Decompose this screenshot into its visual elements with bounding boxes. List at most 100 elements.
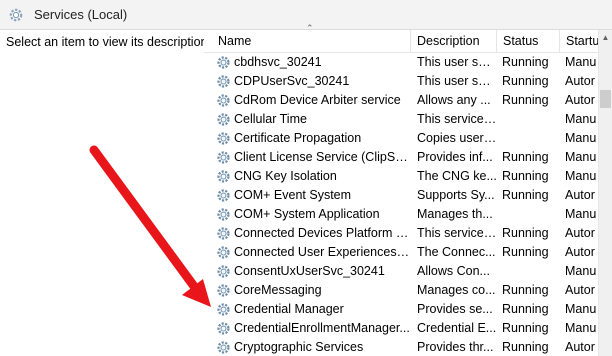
service-status: Running xyxy=(502,169,549,183)
service-description: This user ser... xyxy=(417,55,497,69)
service-gear-icon xyxy=(217,189,230,202)
service-startup-type: Manu xyxy=(565,112,597,126)
service-startup-type: Manu xyxy=(565,169,597,183)
service-status: Running xyxy=(502,321,549,335)
service-description: Provides thr... xyxy=(417,340,494,354)
service-row[interactable]: CNG Key Isolation The CNG ke... Running Man… xyxy=(204,167,600,186)
service-name: Credential Manager xyxy=(234,302,344,316)
service-status: Running xyxy=(502,226,549,240)
scroll-thumb[interactable] xyxy=(600,90,611,108)
service-row[interactable]: CdRom Device Arbiter service Allows any .… xyxy=(204,91,600,110)
service-status: Running xyxy=(502,302,549,316)
service-gear-icon xyxy=(217,75,230,88)
service-status: Running xyxy=(502,340,549,354)
service-row[interactable]: COM+ System Application Manages th... Manu xyxy=(204,205,600,224)
service-description: Copies user ... xyxy=(417,131,497,145)
service-description: Allows any ... xyxy=(417,93,491,107)
service-name: CDPUserSvc_30241 xyxy=(234,74,350,88)
service-startup-type: Autor xyxy=(565,226,595,240)
service-description: Provides inf... xyxy=(417,150,493,164)
scroll-up-icon[interactable]: ▲ xyxy=(599,32,612,44)
column-header-name[interactable]: Name xyxy=(218,30,408,52)
service-description: Supports Sy... xyxy=(417,188,495,202)
vertical-scrollbar[interactable]: ▲ xyxy=(598,30,612,356)
window-title: Services (Local) xyxy=(34,7,128,22)
service-name: cbdhsvc_30241 xyxy=(234,55,322,69)
service-startup-type: Autor xyxy=(565,245,595,259)
service-description: Manages co... xyxy=(417,283,496,297)
service-name: ConsentUxUserSvc_30241 xyxy=(234,264,385,278)
service-name: Certificate Propagation xyxy=(234,131,362,145)
service-name: CredentialEnrollmentManager... xyxy=(234,321,410,335)
description-text: Select an item to view its description. xyxy=(6,35,211,49)
service-startup-type: Manu xyxy=(565,302,597,316)
service-description: Provides se... xyxy=(417,302,493,316)
service-status: Running xyxy=(502,93,549,107)
service-row[interactable]: CDPUserSvc_30241 This user ser... Running A… xyxy=(204,72,600,91)
service-row[interactable]: Cellular Time This service ... Manu xyxy=(204,110,600,129)
service-name: COM+ System Application xyxy=(234,207,380,221)
service-row[interactable]: Cryptographic Services Provides thr... Run… xyxy=(204,338,600,356)
column-header-startup[interactable]: Startu xyxy=(559,30,600,52)
description-pane: Select an item to view its description. xyxy=(0,30,211,356)
service-row[interactable]: CredentialEnrollmentManager... Credential… xyxy=(204,319,600,338)
service-status: Running xyxy=(502,150,549,164)
service-startup-type: Autor xyxy=(565,93,595,107)
service-gear-icon xyxy=(217,284,230,297)
service-name: CoreMessaging xyxy=(234,283,322,297)
service-row[interactable]: ConsentUxUserSvc_30241 Allows Con... Manu xyxy=(204,262,600,281)
service-row[interactable]: Connected User Experiences an... The Conn… xyxy=(204,243,600,262)
service-row[interactable]: Credential Manager Provides se... Running M… xyxy=(204,300,600,319)
service-row[interactable]: Certificate Propagation Copies user ... Ma… xyxy=(204,129,600,148)
service-startup-type: Manu xyxy=(565,131,597,145)
column-header-status[interactable]: Status xyxy=(496,30,559,52)
service-description: The CNG ke... xyxy=(417,169,497,183)
service-status: Running xyxy=(502,55,549,69)
service-name: CNG Key Isolation xyxy=(234,169,337,183)
service-status: Running xyxy=(502,188,549,202)
service-startup-type: Autor xyxy=(565,340,595,354)
service-startup-type: Manu xyxy=(565,321,597,335)
column-header: Name Description Status Startu xyxy=(204,30,600,53)
service-gear-icon xyxy=(217,56,230,69)
service-gear-icon xyxy=(217,113,230,126)
service-startup-type: Manu xyxy=(565,207,597,221)
column-header-startup-label: Startu xyxy=(566,34,600,48)
service-gear-icon xyxy=(217,170,230,183)
service-name: Connected Devices Platform Se... xyxy=(234,226,410,240)
service-gear-icon xyxy=(217,246,230,259)
service-startup-type: Manu xyxy=(565,55,597,69)
service-description: Allows Con... xyxy=(417,264,490,278)
service-name: Client License Service (ClipSVC) xyxy=(234,150,410,164)
service-status xyxy=(502,110,558,129)
service-description: Credential E... xyxy=(417,321,497,335)
column-header-description-label: Description xyxy=(417,34,480,48)
service-name: Connected User Experiences an... xyxy=(234,245,410,259)
services-gear-icon xyxy=(9,8,23,22)
service-name: COM+ Event System xyxy=(234,188,352,202)
service-row[interactable]: Client License Service (ClipSVC) Provides… xyxy=(204,148,600,167)
service-gear-icon xyxy=(217,265,230,278)
service-status xyxy=(502,205,558,224)
service-row[interactable]: CoreMessaging Manages co... Running Autor xyxy=(204,281,600,300)
service-description: This user ser... xyxy=(417,74,497,88)
service-row[interactable]: cbdhsvc_30241 This user ser... Running Manu xyxy=(204,53,600,72)
service-gear-icon xyxy=(217,132,230,145)
sort-ascending-icon: ⌃ xyxy=(306,23,314,33)
service-startup-type: Autor xyxy=(565,74,595,88)
service-gear-icon xyxy=(217,151,230,164)
service-name: CdRom Device Arbiter service xyxy=(234,93,401,107)
service-description: This service ... xyxy=(417,226,497,240)
service-gear-icon xyxy=(217,94,230,107)
service-row[interactable]: Connected Devices Platform Se... This ser… xyxy=(204,224,600,243)
service-status: Running xyxy=(502,74,549,88)
service-name: Cellular Time xyxy=(234,112,307,126)
service-status: Running xyxy=(502,283,549,297)
service-startup-type: Manu xyxy=(565,150,597,164)
service-description: The Connec... xyxy=(417,245,496,259)
column-header-description[interactable]: Description xyxy=(410,30,496,52)
service-status xyxy=(502,262,558,281)
service-row[interactable]: COM+ Event System Supports Sy... Running Au… xyxy=(204,186,600,205)
service-name: Cryptographic Services xyxy=(234,340,364,354)
column-header-name-label: Name xyxy=(218,34,252,48)
